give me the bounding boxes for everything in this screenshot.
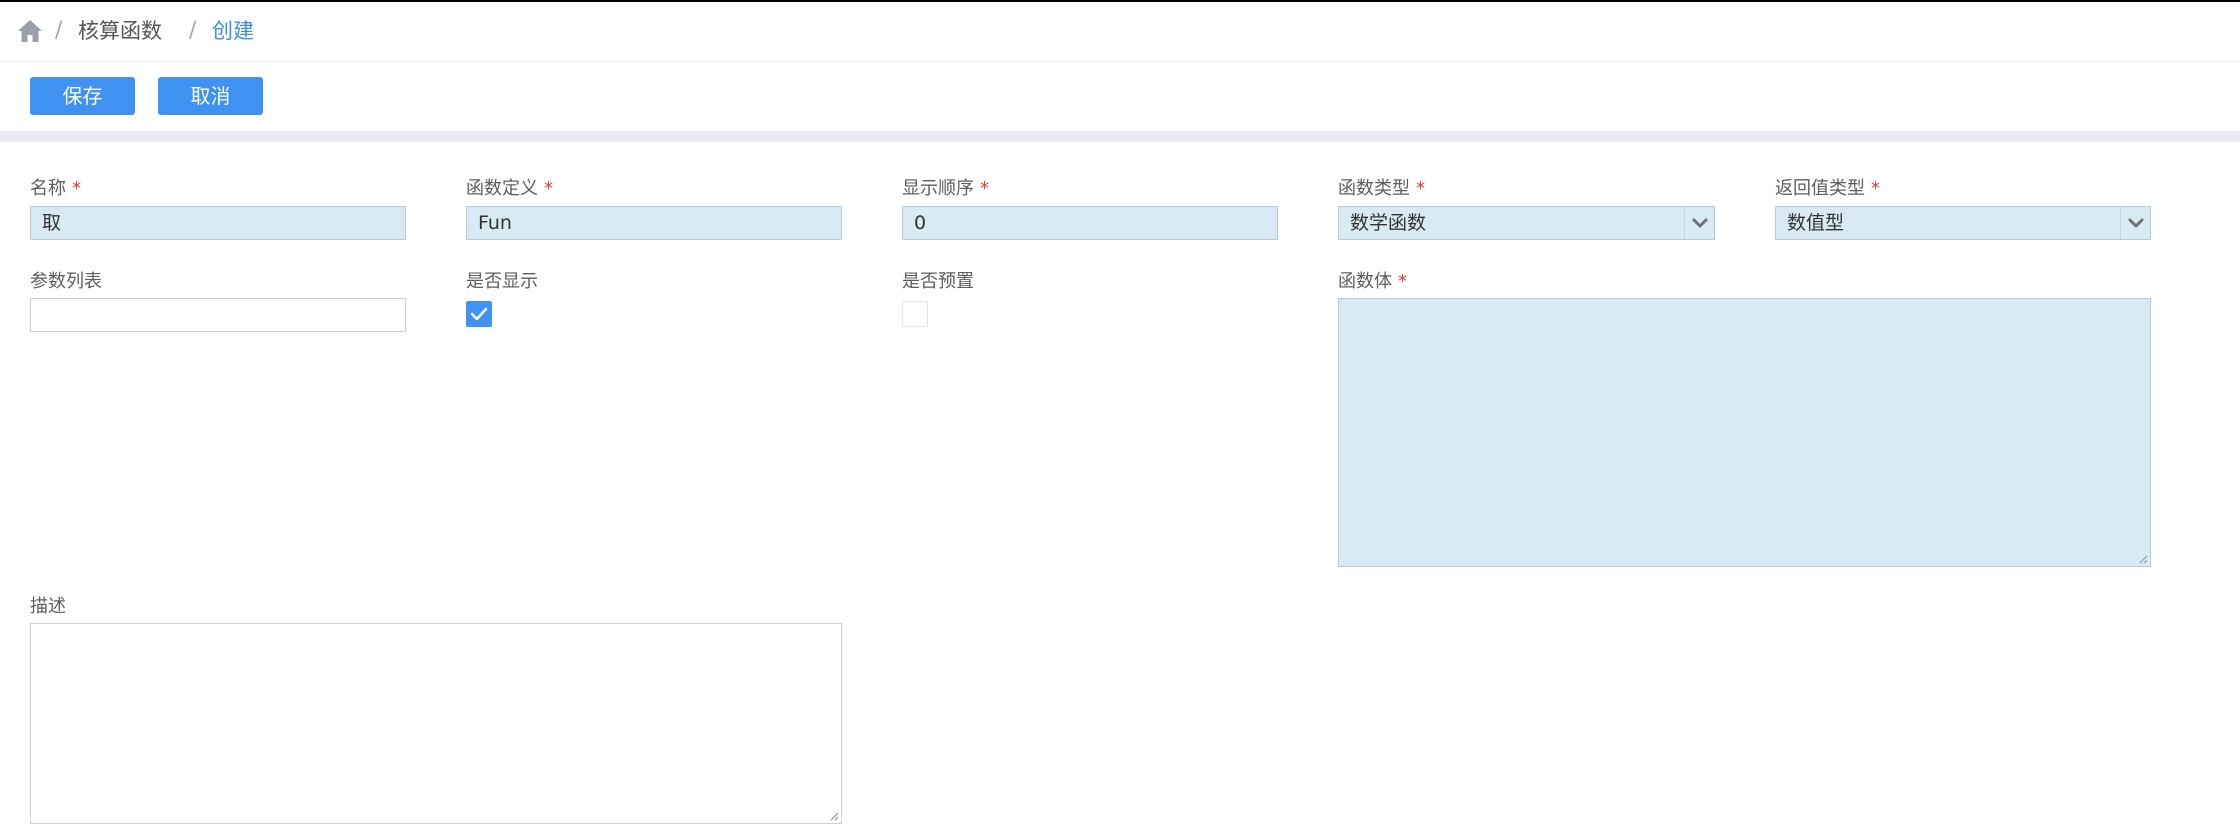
function-definition-value: Fun — [478, 212, 512, 234]
resize-grip-icon[interactable] — [827, 809, 839, 821]
breadcrumb-separator: / — [189, 18, 197, 43]
required-mark: * — [1416, 178, 1425, 199]
name-input[interactable]: 取 — [30, 206, 406, 240]
return-type-value: 数值型 — [1787, 212, 1845, 234]
section-divider — [0, 131, 2240, 142]
save-button[interactable]: 保存 — [30, 77, 135, 115]
function-definition-label: 函数定义 * — [466, 178, 553, 199]
breadcrumb-item-create: 创建 — [212, 19, 254, 43]
function-body-label: 函数体 * — [1338, 271, 1407, 292]
display-order-value: 0 — [914, 212, 927, 234]
chevron-down-icon[interactable] — [1684, 207, 1714, 239]
display-order-input[interactable]: 0 — [902, 206, 1278, 240]
breadcrumb-separator: / — [55, 18, 63, 43]
is-preset-label: 是否预置 — [902, 271, 974, 292]
resize-grip-icon[interactable] — [2136, 552, 2148, 564]
param-list-input[interactable] — [30, 298, 406, 332]
function-body-textarea[interactable] — [1338, 298, 2151, 567]
breadcrumb: / 核算函数 / 创建 — [0, 2, 2240, 62]
breadcrumb-item-accounting-functions[interactable]: 核算函数 — [78, 16, 162, 46]
chevron-down-icon[interactable] — [2120, 207, 2150, 239]
function-type-select[interactable]: 数学函数 — [1338, 206, 1715, 240]
is-display-label: 是否显示 — [466, 271, 538, 292]
display-order-label: 显示顺序 * — [902, 178, 989, 199]
is-display-checkbox[interactable] — [466, 301, 492, 327]
toolbar: 保存 取消 — [0, 63, 2240, 131]
required-mark: * — [980, 178, 989, 199]
required-mark: * — [1398, 271, 1407, 292]
name-input-value: 取 — [42, 212, 62, 234]
required-mark: * — [72, 178, 81, 199]
description-textarea[interactable] — [30, 623, 842, 824]
return-type-label: 返回值类型 * — [1775, 178, 1880, 199]
param-list-label: 参数列表 — [30, 271, 102, 292]
return-type-select[interactable]: 数值型 — [1775, 206, 2151, 240]
function-type-label: 函数类型 * — [1338, 178, 1425, 199]
required-mark: * — [1871, 178, 1880, 199]
is-preset-checkbox[interactable] — [902, 301, 928, 327]
description-label: 描述 — [30, 596, 66, 617]
function-type-value: 数学函数 — [1350, 212, 1427, 234]
home-icon[interactable] — [16, 17, 44, 45]
function-definition-input[interactable]: Fun — [466, 206, 842, 240]
cancel-button[interactable]: 取消 — [158, 77, 263, 115]
required-mark: * — [544, 178, 553, 199]
checkmark-icon — [470, 307, 488, 321]
name-label: 名称 * — [30, 178, 81, 199]
